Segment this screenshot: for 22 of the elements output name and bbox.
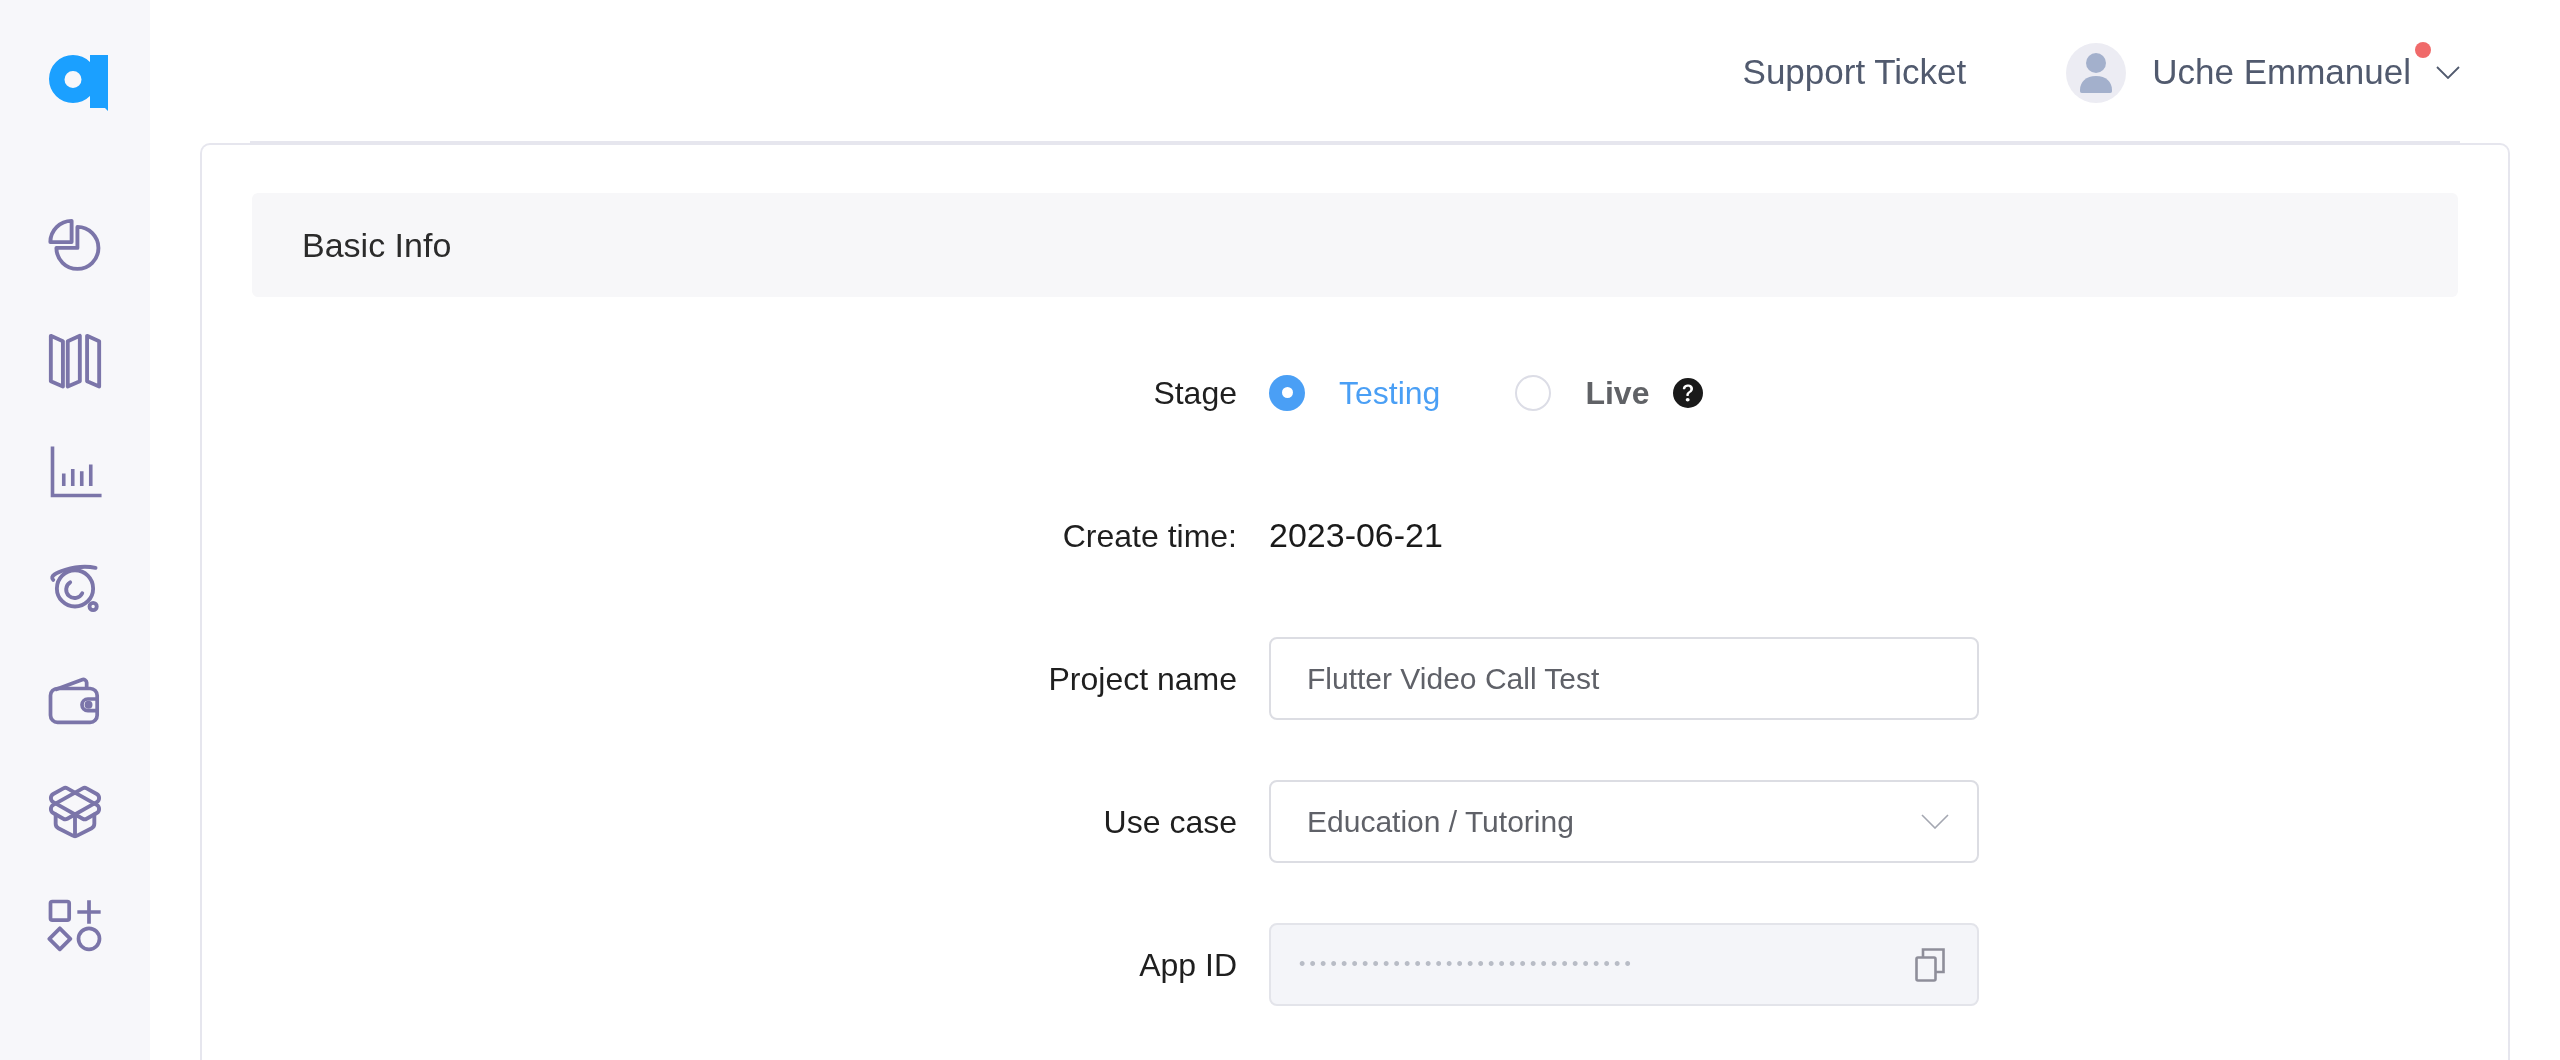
user-name[interactable]: Uche Emmanuel: [2152, 52, 2411, 92]
copy-icon[interactable]: [1915, 947, 1945, 982]
shapes-icon[interactable]: [47, 898, 103, 954]
field-label: App ID: [1139, 945, 1237, 985]
section-title: Basic Info: [302, 224, 452, 266]
radio-button[interactable]: [1515, 374, 1552, 411]
help-icon[interactable]: [1673, 377, 1704, 408]
field-label: Project name: [1048, 659, 1237, 699]
chevron-down-icon[interactable]: [2436, 66, 2460, 79]
support-link[interactable]: Support Ticket: [1742, 46, 1967, 99]
bar-chart-icon[interactable]: [48, 446, 102, 500]
open-box-icon[interactable]: [46, 783, 104, 841]
field-label: Use case: [1103, 802, 1237, 842]
select-field[interactable]: Education / Tutoring: [1269, 780, 1979, 863]
field-label: Stage: [1153, 373, 1237, 413]
chevron-down-icon: [1921, 814, 1949, 829]
radio-label[interactable]: Live: [1585, 368, 1650, 417]
radio-button[interactable]: [1269, 374, 1305, 411]
field-label: Create time:: [1062, 516, 1237, 556]
field-value: 2023-06-21: [1269, 515, 1443, 556]
map-icon[interactable]: [48, 331, 102, 389]
text-input[interactable]: Flutter Video Call Test: [1269, 637, 1979, 720]
